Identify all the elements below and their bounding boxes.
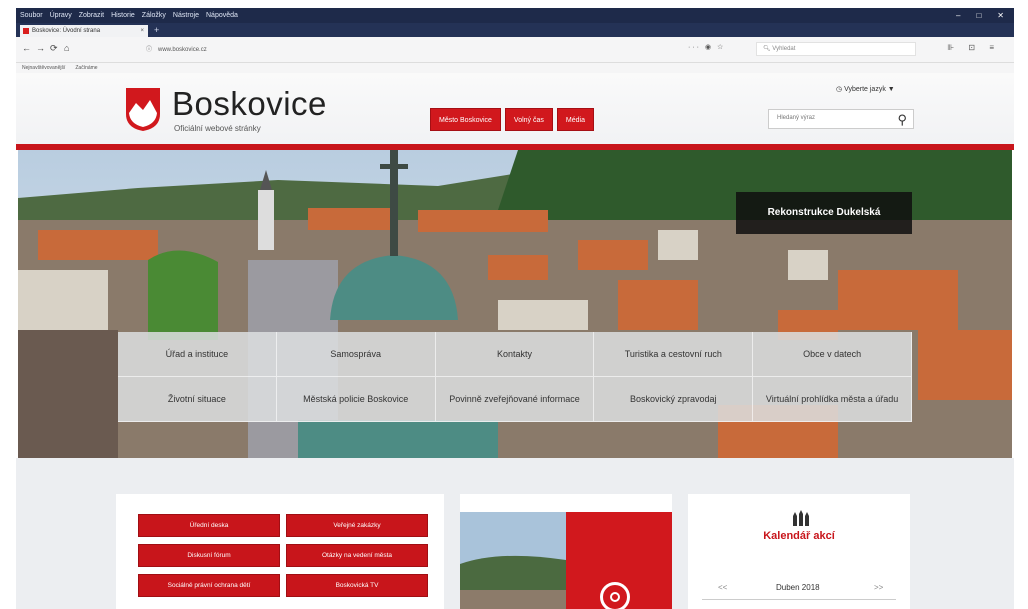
browser-navbar: ← → ⟳ ⌂ ⓘ www.boskovice.cz ··· ◉ ☆ 🔍︎ Vyh… <box>16 37 1014 63</box>
search-placeholder: Hledaný výraz <box>777 115 816 121</box>
bookmark-item[interactable]: Nejnavštěvovanější <box>22 63 65 73</box>
coat-of-arms-logo[interactable] <box>126 88 160 131</box>
search-icon[interactable]: ⚲ <box>897 112 907 128</box>
calendar-next-button[interactable]: >> <box>874 583 883 592</box>
quick-link[interactable]: Turistika a cestovní ruch <box>594 332 754 377</box>
language-label: Vyberte jazyk ▼ <box>844 86 895 93</box>
quick-link[interactable]: Úřad a instituce <box>118 332 277 377</box>
address-bar[interactable]: ⓘ www.boskovice.cz <box>146 43 616 57</box>
quick-link[interactable]: Životní situace <box>118 377 277 422</box>
search-icon: 🔍︎ <box>763 46 773 52</box>
site-subtitle: Oficiální webové stránky <box>174 124 261 133</box>
promo-panel[interactable] <box>460 494 672 609</box>
links-grid: Úřední deska Veřejné zakázky Diskusní fó… <box>138 514 428 597</box>
browser-tabbar: Boskovice: Úvodní strana × + <box>16 23 1014 37</box>
calendar-prev-button[interactable]: << <box>718 583 727 592</box>
quick-link[interactable]: Městská policie Boskovice <box>276 377 436 422</box>
main-nav: Město Boskovice Volný čas Média <box>430 108 594 131</box>
nav-volny-cas[interactable]: Volný čas <box>504 108 553 131</box>
new-tab-button[interactable]: + <box>154 23 159 37</box>
link-button[interactable]: Úřední deska <box>138 514 280 537</box>
calendar-title: Kalendář akcí <box>763 530 835 542</box>
site-header: Boskovice Oficiální webové stránky Město… <box>16 73 1014 146</box>
favicon-icon <box>23 28 29 34</box>
menu-item[interactable]: Nástroje <box>173 8 199 23</box>
menu-item[interactable]: Úpravy <box>50 8 72 23</box>
calendar-panel: Kalendář akcí << Duben 2018 >> <box>688 494 910 609</box>
back-icon[interactable]: ← <box>22 43 31 53</box>
bookmark-item[interactable]: Začínáme <box>75 63 97 73</box>
menu-item[interactable]: Soubor <box>20 8 43 23</box>
link-button[interactable]: Diskusní fórum <box>138 544 280 567</box>
quick-link[interactable]: Virtuální prohlídka města a úřadu <box>753 377 912 422</box>
link-button[interactable]: Boskovická TV <box>286 574 428 597</box>
quick-link[interactable]: Obce v datech <box>753 332 912 377</box>
site-search-input[interactable]: Hledaný výraz ⚲ <box>768 109 914 129</box>
hero-banner: Rekonstrukce Dukelská Úřad a instituce S… <box>18 150 1012 458</box>
link-button[interactable]: Veřejné zakázky <box>286 514 428 537</box>
content-area: Úřední deska Veřejné zakázky Diskusní fó… <box>16 458 1014 609</box>
toolbar-menu-icon[interactable]: ⊪ ⊡ ≡ <box>947 43 1000 52</box>
quick-links-grid: Úřad a instituce Samospráva Kontakty Tur… <box>118 332 912 422</box>
quick-link[interactable]: Samospráva <box>276 332 436 377</box>
window-controls: – □ ✕ <box>956 8 1004 23</box>
hero-caption[interactable]: Rekonstrukce Dukelská <box>736 192 912 234</box>
link-button[interactable]: Otázky na vedení města <box>286 544 428 567</box>
minimize-icon[interactable]: – <box>956 8 960 23</box>
menu-item[interactable]: Záložky <box>142 8 166 23</box>
menu-item[interactable]: Nápověda <box>206 8 238 23</box>
browser-tab[interactable]: Boskovice: Úvodní strana × <box>20 25 148 37</box>
quick-link[interactable]: Povinně zveřejňované informace <box>435 377 595 422</box>
calendar-month: Duben 2018 <box>776 583 820 592</box>
browser-search-input[interactable]: 🔍︎ Vyhledat <box>756 42 916 56</box>
promo-red-block <box>566 512 672 609</box>
tab-title: Boskovice: Úvodní strana <box>32 28 101 34</box>
forward-icon[interactable]: → <box>36 43 45 53</box>
nav-media[interactable]: Média <box>556 108 594 131</box>
maximize-icon[interactable]: □ <box>976 8 981 23</box>
menu-item[interactable]: Historie <box>111 8 135 23</box>
browser-search-placeholder: Vyhledat <box>772 46 796 52</box>
promo-photo <box>460 512 566 609</box>
calendar-divider <box>702 599 896 600</box>
close-icon[interactable]: ✕ <box>997 8 1004 23</box>
page-actions-icon[interactable]: ··· ◉ ☆ <box>688 43 725 51</box>
web-page: Boskovice Oficiální webové stránky Město… <box>16 73 1014 609</box>
target-icon <box>600 582 630 609</box>
globe-icon: ◷ <box>836 86 845 93</box>
castle-icon <box>793 510 809 526</box>
quick-link[interactable]: Boskovický zpravodaj <box>594 377 754 422</box>
link-button[interactable]: Sociálně právní ochrana dětí <box>138 574 280 597</box>
info-icon: ⓘ <box>146 47 153 53</box>
tab-close-icon[interactable]: × <box>140 25 144 37</box>
site-title[interactable]: Boskovice <box>172 85 327 123</box>
menu-item[interactable]: Zobrazit <box>79 8 104 23</box>
reload-icon[interactable]: ⟳ <box>50 43 58 54</box>
browser-menubar: Soubor Úpravy Zobrazit Historie Záložky … <box>16 8 1014 23</box>
home-icon[interactable]: ⌂ <box>64 43 69 53</box>
links-panel: Úřední deska Veřejné zakázky Diskusní fó… <box>116 494 444 609</box>
url-text: www.boskovice.cz <box>158 47 207 53</box>
language-select[interactable]: ◷ Vyberte jazyk ▼ <box>836 85 895 93</box>
bookmarks-bar: Nejnavštěvovanější Začínáme <box>16 63 1014 73</box>
nav-mesto-boskovice[interactable]: Město Boskovice <box>430 108 501 131</box>
quick-link[interactable]: Kontakty <box>435 332 595 377</box>
